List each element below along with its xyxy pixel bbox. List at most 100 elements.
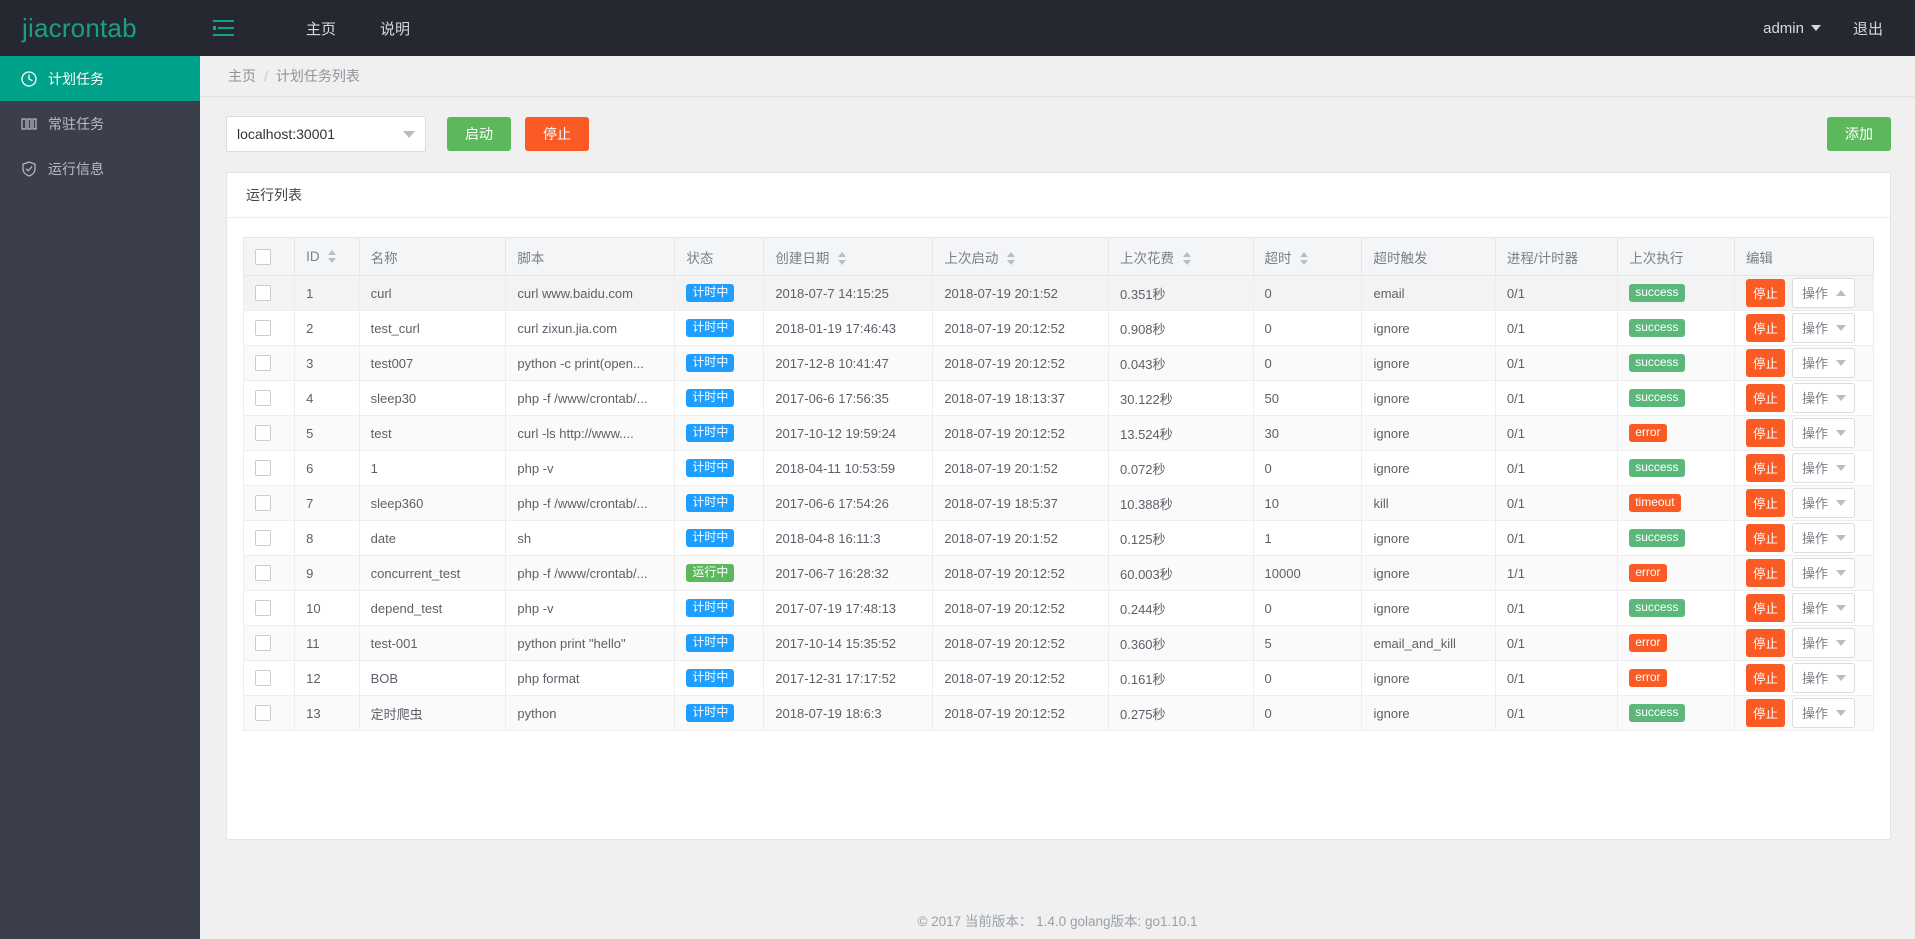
- cell-select[interactable]: [242, 310, 296, 346]
- cell-select[interactable]: [242, 590, 296, 626]
- row-operations-button[interactable]: 操作: [1791, 558, 1855, 588]
- row-stop-button[interactable]: 停止: [1745, 454, 1785, 482]
- cell-select[interactable]: [242, 660, 296, 696]
- row-operations-button[interactable]: 操作: [1791, 278, 1855, 308]
- row-stop-button[interactable]: 停止: [1745, 384, 1785, 412]
- row-stop-button[interactable]: 停止: [1745, 699, 1785, 727]
- row-operations-button[interactable]: 操作: [1791, 488, 1855, 518]
- breadcrumb-home[interactable]: 主页: [228, 66, 256, 86]
- row-operations-button[interactable]: 操作: [1791, 348, 1855, 378]
- topnav-link-docs[interactable]: 说明: [358, 0, 432, 56]
- row-operations-button[interactable]: 操作: [1791, 698, 1855, 728]
- start-button[interactable]: 启动: [447, 117, 511, 151]
- cell-select[interactable]: [242, 485, 296, 521]
- cell-select[interactable]: [242, 345, 296, 381]
- row-stop-button[interactable]: 停止: [1745, 489, 1785, 517]
- app-brand[interactable]: jiacrontab: [0, 0, 200, 56]
- select-all-checkbox[interactable]: [255, 248, 271, 265]
- stop-button[interactable]: 停止: [525, 117, 589, 151]
- cell-last-exec: error: [1617, 660, 1735, 696]
- cell-last-start: 2018-07-19 20:1:52: [932, 275, 1109, 311]
- row-checkbox[interactable]: [255, 390, 271, 406]
- sidebar-item-runtime-info[interactable]: 运行信息: [0, 146, 200, 191]
- host-select[interactable]: localhost:30001: [226, 116, 426, 152]
- user-menu[interactable]: admin: [1747, 0, 1837, 56]
- cell-script: sh: [505, 520, 676, 556]
- cell-state: 计时中: [674, 275, 765, 311]
- cell-state: 计时中: [674, 345, 765, 381]
- row-checkbox[interactable]: [255, 705, 271, 721]
- row-stop-button[interactable]: 停止: [1745, 524, 1785, 552]
- row-checkbox[interactable]: [255, 425, 271, 441]
- last-exec-badge: success: [1629, 353, 1685, 373]
- row-operations-button[interactable]: 操作: [1791, 628, 1855, 658]
- row-stop-button[interactable]: 停止: [1745, 419, 1785, 447]
- row-operations-button[interactable]: 操作: [1791, 453, 1855, 483]
- sidebar-item-label: 常驻任务: [48, 115, 104, 132]
- row-checkbox[interactable]: [255, 670, 271, 686]
- col-last-cost[interactable]: 上次花费: [1108, 237, 1254, 276]
- row-checkbox[interactable]: [255, 565, 271, 581]
- col-select-all[interactable]: [242, 237, 296, 276]
- row-operations-button[interactable]: 操作: [1791, 593, 1855, 623]
- sidebar-item-scheduled-tasks[interactable]: 计划任务: [0, 56, 200, 101]
- row-operations-button[interactable]: 操作: [1791, 523, 1855, 553]
- cell-last-start: 2018-07-19 20:12:52: [932, 415, 1109, 451]
- sort-icon[interactable]: [1007, 251, 1016, 265]
- cell-timeout: 0: [1252, 275, 1363, 311]
- sort-icon[interactable]: [1182, 251, 1192, 265]
- cell-select[interactable]: [242, 520, 296, 556]
- row-checkbox[interactable]: [255, 285, 271, 301]
- topnav-link-home[interactable]: 主页: [284, 0, 358, 56]
- cell-proc-timer: 0/1: [1494, 695, 1619, 731]
- cell-select[interactable]: [242, 275, 296, 311]
- row-stop-button[interactable]: 停止: [1745, 594, 1785, 622]
- cell-edit: 停止 操作: [1733, 380, 1875, 416]
- col-timeout[interactable]: 超时: [1252, 237, 1363, 276]
- row-operations-button[interactable]: 操作: [1791, 383, 1855, 413]
- cell-select[interactable]: [242, 450, 296, 486]
- add-button[interactable]: 添加: [1827, 117, 1891, 151]
- sidebar-item-daemon-tasks[interactable]: 常驻任务: [0, 101, 200, 146]
- row-checkbox[interactable]: [255, 530, 271, 546]
- sort-icon[interactable]: [1300, 251, 1309, 265]
- sort-icon[interactable]: [328, 250, 337, 263]
- row-stop-button[interactable]: 停止: [1745, 349, 1785, 377]
- sort-icon[interactable]: [838, 251, 847, 265]
- row-operations-button[interactable]: 操作: [1791, 313, 1855, 343]
- row-checkbox[interactable]: [255, 460, 271, 476]
- row-stop-button[interactable]: 停止: [1745, 664, 1785, 692]
- row-stop-button[interactable]: 停止: [1745, 314, 1785, 342]
- row-stop-button[interactable]: 停止: [1745, 559, 1785, 587]
- cell-edit: 停止 操作: [1733, 450, 1875, 486]
- cell-state: 计时中: [674, 310, 765, 346]
- row-stop-button[interactable]: 停止: [1745, 629, 1785, 657]
- col-created[interactable]: 创建日期: [763, 237, 934, 276]
- cell-last-exec: error: [1617, 625, 1735, 661]
- cell-select[interactable]: [242, 555, 296, 591]
- row-stop-button[interactable]: 停止: [1745, 279, 1785, 307]
- status-badge: 计时中: [686, 318, 735, 338]
- list-menu-icon[interactable]: [200, 0, 246, 56]
- cell-select[interactable]: [242, 380, 296, 416]
- table-row: 8 date sh 计时中 2018-04-8 16:11:3 2018-07-19 20…: [242, 520, 1875, 556]
- cell-select[interactable]: [242, 695, 296, 731]
- cell-select[interactable]: [242, 625, 296, 661]
- table-row: 3 test007 python -c print(open... 计时中 2017-1…: [242, 345, 1875, 381]
- last-exec-badge: success: [1629, 388, 1685, 408]
- status-badge: 计时中: [686, 458, 735, 478]
- col-last-start[interactable]: 上次启动: [932, 237, 1109, 276]
- row-operations-button[interactable]: 操作: [1791, 418, 1855, 448]
- row-checkbox[interactable]: [255, 495, 271, 511]
- row-checkbox[interactable]: [255, 320, 271, 336]
- cell-edit: 停止 操作: [1733, 590, 1875, 626]
- cell-script: curl www.baidu.com: [505, 275, 676, 311]
- cell-select[interactable]: [242, 415, 296, 451]
- logout-link[interactable]: 退出: [1837, 0, 1899, 56]
- row-operations-button[interactable]: 操作: [1791, 663, 1855, 693]
- col-id[interactable]: ID: [294, 237, 360, 276]
- row-checkbox[interactable]: [255, 635, 271, 651]
- cell-script: php -v: [505, 450, 676, 486]
- row-checkbox[interactable]: [255, 355, 271, 371]
- row-checkbox[interactable]: [255, 600, 271, 616]
